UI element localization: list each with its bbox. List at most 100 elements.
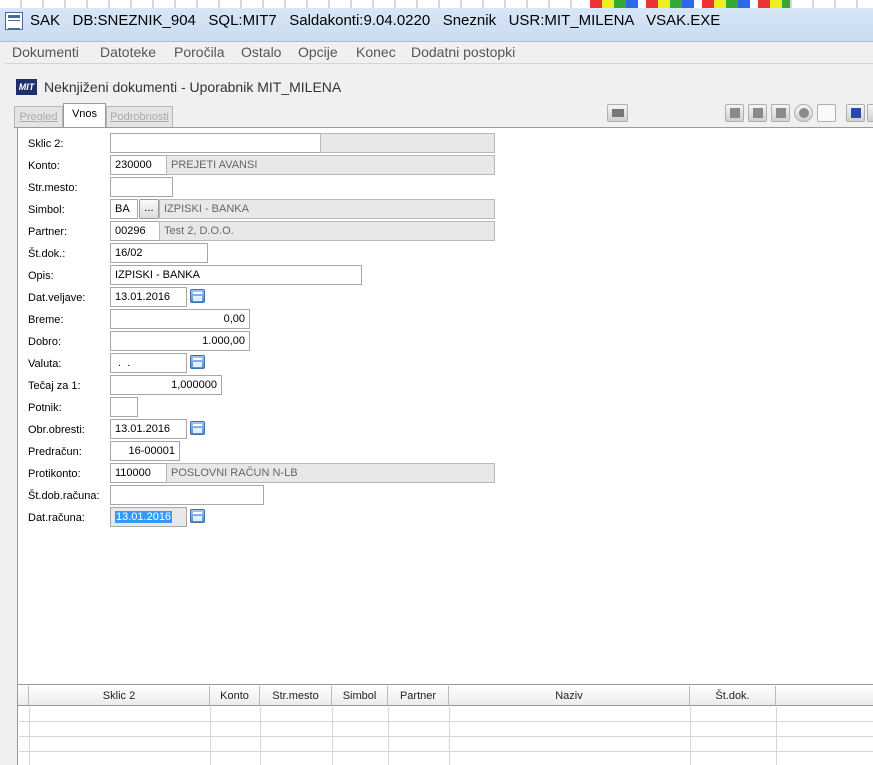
calendar-icon[interactable] [190, 509, 205, 523]
konto-code-field[interactable]: 230000 [110, 155, 167, 175]
title-bar: SAK DB:SNEZNIK_904 SQL:MIT7 Saldakonti:9… [0, 0, 873, 42]
label-stdok: Št.dok.: [28, 248, 66, 260]
konto-name-field: PREJETI AVANSI [166, 155, 495, 175]
menu-konec[interactable]: Konec [356, 44, 396, 60]
opis-field[interactable]: IZPISKI - BANKA [110, 265, 362, 285]
label-potnik: Potnik: [28, 402, 62, 414]
record-button[interactable] [794, 104, 813, 122]
grid-header-extra [776, 686, 873, 706]
copy-icon [730, 108, 740, 118]
label-stdobracuna: Št.dob.računa: [28, 490, 100, 502]
calendar-icon[interactable] [190, 355, 205, 369]
label-strmesto: Str.mesto: [28, 182, 78, 194]
datveljave-field[interactable]: 13.01.2016 [110, 287, 187, 307]
grid-row-line [19, 721, 873, 722]
grid-header-stdok[interactable]: Št.dok. [690, 686, 776, 706]
label-dobro: Dobro: [28, 336, 62, 348]
grid-header-konto[interactable]: Konto [210, 686, 260, 706]
label-simbol: Simbol: [28, 204, 65, 216]
clipboard-icon [776, 108, 786, 118]
grid-header-simbol[interactable]: Simbol [332, 686, 388, 706]
label-obrobresti: Obr.obresti: [28, 424, 85, 436]
blank-button[interactable] [817, 104, 836, 122]
label-datracuna: Dat.računa: [28, 512, 85, 524]
menu-bar: Dokumenti Datoteke Poročila Ostalo Opcij… [5, 42, 873, 64]
desktop-strip [0, 0, 873, 8]
potnik-field[interactable] [110, 397, 138, 417]
app-icon[interactable] [5, 12, 23, 30]
grid-header-sklic2[interactable]: Sklic 2 [29, 686, 210, 706]
paste-icon [753, 108, 763, 118]
calendar-icon[interactable] [190, 289, 205, 303]
breme-field[interactable]: 0,00 [110, 309, 250, 329]
save-button[interactable] [846, 104, 865, 122]
menu-dodatni-postopki[interactable]: Dodatni postopki [411, 44, 515, 60]
predracun-field[interactable]: 16-00001 [110, 441, 180, 461]
protikonto-name-field: POSLOVNI RAČUN N-LB [166, 463, 495, 483]
grid-col-line [388, 707, 389, 765]
sklic2-extra-field [320, 133, 495, 153]
mit-logo: MIT [16, 79, 37, 95]
stdobracuna-field[interactable] [110, 485, 264, 505]
label-breme: Breme: [28, 314, 64, 326]
label-konto: Konto: [28, 160, 60, 172]
copy-button[interactable] [725, 104, 744, 122]
record-icon [799, 108, 809, 118]
document-title: Neknjiženi dokumenti - Uporabnik MIT_MIL… [44, 79, 342, 95]
window-title: SAK DB:SNEZNIK_904 SQL:MIT7 Saldakonti:9… [30, 12, 721, 29]
stdok-field[interactable]: 16/02 [110, 243, 208, 263]
label-sklic2: Sklic 2: [28, 138, 64, 150]
menu-dokumenti[interactable]: Dokumenti [12, 44, 79, 60]
grid-row-line [19, 736, 873, 737]
valuta-field[interactable]: . . [110, 353, 187, 373]
label-predracun: Predračun: [28, 446, 82, 458]
partner-code-field[interactable]: 00296 [110, 221, 160, 241]
label-datveljave: Dat.veljave: [28, 292, 86, 304]
label-tecaj: Tečaj za 1: [28, 380, 81, 392]
toolbar-overflow-button[interactable] [867, 104, 873, 122]
simbol-browse-button[interactable]: ... [139, 199, 159, 219]
dobro-field[interactable]: 1.000,00 [110, 331, 250, 351]
grid-col-line [29, 707, 30, 765]
grid-col-line [776, 707, 777, 765]
menu-opcije[interactable]: Opcije [298, 44, 338, 60]
grid-header-strmesto[interactable]: Str.mesto [260, 686, 332, 706]
save-icon [851, 108, 861, 118]
strmesto-field[interactable] [110, 177, 173, 197]
calendar-icon[interactable] [190, 421, 205, 435]
protikonto-code-field[interactable]: 110000 [110, 463, 167, 483]
tecaj-field[interactable]: 1,000000 [110, 375, 222, 395]
grid-row-line [19, 751, 873, 752]
grid-header-naziv[interactable]: Naziv [449, 686, 690, 706]
grid-header-partner[interactable]: Partner [388, 686, 449, 706]
grid-col-line [260, 707, 261, 765]
paste-button[interactable] [748, 104, 767, 122]
grid-col-line [449, 707, 450, 765]
clipboard-button[interactable] [771, 104, 790, 122]
label-partner: Partner: [28, 226, 68, 238]
label-protikonto: Protikonto: [28, 468, 81, 480]
sklic2-field[interactable] [110, 133, 321, 153]
label-valuta: Valuta: [28, 358, 62, 370]
documents-grid[interactable]: Sklic 2 Konto Str.mesto Simbol Partner N… [17, 684, 873, 765]
datracuna-field[interactable]: 13.01.2016 [110, 507, 187, 527]
menu-ostalo[interactable]: Ostalo [241, 44, 281, 60]
obrobresti-field[interactable]: 13.01.2016 [110, 419, 187, 439]
menu-datoteke[interactable]: Datoteke [100, 44, 156, 60]
simbol-name-field: IZPISKI - BANKA [159, 199, 495, 219]
grid-col-line [332, 707, 333, 765]
datracuna-value: 13.01.2016 [115, 511, 173, 523]
simbol-code-field[interactable]: BA [110, 199, 138, 219]
grid-col-line [210, 707, 211, 765]
grid-corner [18, 686, 29, 706]
menu-porocila[interactable]: Poročila [174, 44, 225, 60]
tab-strip: Pregled Vnos Podrobnosti [14, 103, 873, 128]
window-button[interactable] [607, 104, 628, 122]
window-icon [612, 109, 624, 117]
tab-vnos[interactable]: Vnos [63, 103, 106, 128]
label-opis: Opis: [28, 270, 54, 282]
partner-name-field: Test 2, D.O.O. [159, 221, 495, 241]
grid-col-line [690, 707, 691, 765]
tab-podrobnosti[interactable]: Podrobnosti [106, 106, 173, 128]
tab-pregled[interactable]: Pregled [14, 106, 63, 128]
